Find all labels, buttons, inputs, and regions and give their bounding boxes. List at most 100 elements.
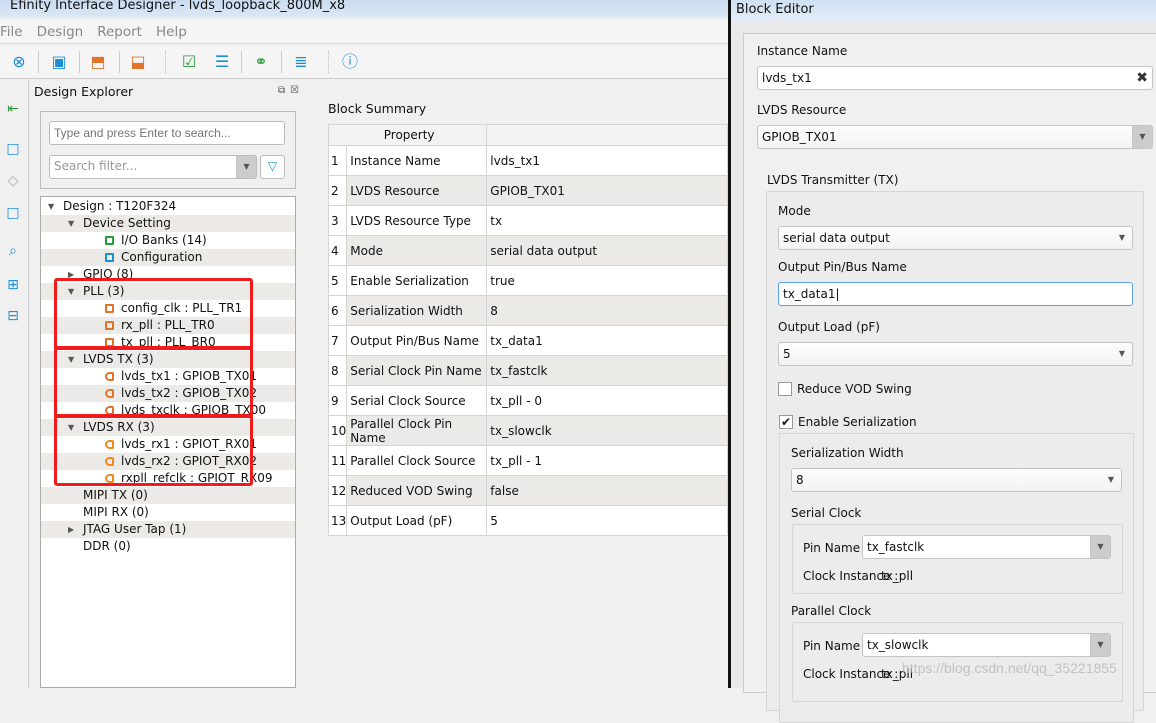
- save-icon[interactable]: ▣: [49, 52, 69, 72]
- table-row[interactable]: 9 Serial Clock Source tx_pll - 0: [327, 385, 728, 416]
- generate-icon[interactable]: ☰: [212, 52, 232, 72]
- check-icon[interactable]: ☑: [179, 52, 199, 72]
- tree-item[interactable]: I/O Banks (14): [41, 232, 295, 249]
- row-index: 10: [327, 415, 348, 446]
- import-icon[interactable]: ⬒: [88, 52, 108, 72]
- parallel-clock-pin-select[interactable]: tx_slowclk ▼: [862, 633, 1111, 657]
- table-row[interactable]: 11 Parallel Clock Source tx_pll - 1: [327, 445, 728, 476]
- table-row[interactable]: 12 Reduced VOD Swing false: [327, 475, 728, 506]
- menu-design[interactable]: Design: [37, 20, 84, 44]
- design-explorer-panel: Design Explorer ⧉ ☒ Search filter...▼ ▽ …: [30, 80, 306, 688]
- tree-item-label: Configuration: [121, 250, 203, 264]
- row-index: 1: [327, 145, 348, 176]
- property-name: Reduced VOD Swing: [346, 475, 488, 506]
- tree-item[interactable]: MIPI RX (0): [41, 504, 295, 521]
- parallel-clock-pin-value: tx_slowclk: [867, 638, 929, 652]
- serial-clock-group: Pin Name tx_fastclk ▼ Clock Instance : tx…: [792, 524, 1123, 594]
- add-diamond-icon[interactable]: ◇: [4, 172, 22, 190]
- menu-file[interactable]: File: [0, 20, 23, 44]
- tree-item[interactable]: ▶ JTAG User Tap (1): [41, 521, 295, 538]
- link-icon[interactable]: ⚭: [251, 52, 271, 72]
- expand-arrow-icon[interactable]: ▼: [48, 198, 54, 215]
- configuration-icon: [105, 253, 114, 262]
- export-icon[interactable]: ⬓: [128, 52, 148, 72]
- row-index: 9: [327, 385, 348, 416]
- mode-select[interactable]: serial data output ▼: [778, 226, 1133, 250]
- tree-item[interactable]: Configuration: [41, 249, 295, 266]
- property-value: GPIOB_TX01: [486, 175, 728, 206]
- serialization-width-select[interactable]: 8 ▼: [791, 468, 1122, 492]
- column-header-value: [486, 124, 728, 146]
- toolbar: ⊗ ▣ ⬒ ⬓ ☑ ☰ ⚭ ≣ ⓘ: [0, 45, 728, 79]
- collapse-arrow-icon[interactable]: ▶: [68, 521, 74, 538]
- clear-icon[interactable]: ✖: [1136, 67, 1148, 89]
- table-row[interactable]: 8 Serial Clock Pin Name tx_fastclk: [327, 355, 728, 386]
- block-summary-panel: Block Summary Property 1 Instance Name lvd…: [320, 95, 728, 688]
- add-block-icon[interactable]: ⇤: [4, 100, 22, 118]
- serialization-width-label: Serialization Width: [791, 446, 904, 460]
- table-row[interactable]: 13 Output Load (pF) 5: [327, 505, 728, 536]
- close-icon[interactable]: ☒: [290, 85, 299, 96]
- table-row[interactable]: 7 Output Pin/Bus Name tx_data1: [327, 325, 728, 356]
- create-block-icon[interactable]: □: [4, 140, 22, 158]
- property-value: 8: [486, 295, 728, 326]
- property-name: Mode: [346, 235, 488, 266]
- tree-item[interactable]: ▼ Design : T120F324: [41, 198, 295, 215]
- search-filter-combo[interactable]: Search filter... ▼: [49, 155, 257, 179]
- tree-item-label: JTAG User Tap (1): [83, 522, 187, 536]
- menu-report[interactable]: Report: [97, 20, 142, 44]
- tree-item-label: Device Setting: [83, 216, 171, 230]
- filter-placeholder: Search filter...: [54, 159, 138, 173]
- tree-item[interactable]: MIPI TX (0): [41, 487, 295, 504]
- table-row[interactable]: 6 Serialization Width 8: [327, 295, 728, 326]
- report-icon[interactable]: ≣: [291, 52, 311, 72]
- highlight-box: [54, 346, 253, 418]
- reduce-vod-checkbox[interactable]: [778, 382, 792, 396]
- expand-all-icon[interactable]: ⊞: [4, 276, 22, 294]
- clock-instance-value: tx_pll: [881, 569, 914, 583]
- property-value: tx_fastclk: [486, 355, 728, 386]
- output-pin-input[interactable]: tx_data1|: [778, 282, 1133, 306]
- delete-block-icon[interactable]: □: [4, 204, 22, 222]
- tree-item-label: MIPI TX (0): [83, 488, 148, 502]
- serialization-group: Serialization Width 8 ▼ Serial Clock Pin …: [779, 433, 1134, 723]
- table-row[interactable]: 10 Parallel Clock Pin Name tx_slowclk: [327, 415, 728, 446]
- help-icon[interactable]: ⓘ: [340, 52, 360, 72]
- table-row[interactable]: 1 Instance Name lvds_tx1: [327, 145, 728, 176]
- row-index: 13: [327, 505, 348, 536]
- table-row[interactable]: 3 LVDS Resource Type tx: [327, 205, 728, 236]
- close-design-icon[interactable]: ⊗: [9, 52, 29, 72]
- serial-clock-pin-select[interactable]: tx_fastclk ▼: [862, 535, 1111, 559]
- table-row[interactable]: 5 Enable Serialization true: [327, 265, 728, 296]
- collapse-all-icon[interactable]: ⊟: [4, 307, 22, 325]
- chevron-down-icon: ▼: [236, 156, 256, 178]
- expand-arrow-icon[interactable]: ▼: [68, 215, 74, 232]
- highlight-box: [54, 414, 253, 486]
- float-icon[interactable]: ⧉: [278, 85, 285, 96]
- chevron-down-icon: ▼: [1132, 126, 1152, 148]
- output-load-select[interactable]: 5 ▼: [778, 342, 1133, 366]
- reduce-vod-label: Reduce VOD Swing: [797, 382, 912, 396]
- property-name: Instance Name: [346, 145, 488, 176]
- menu-help[interactable]: Help: [156, 20, 187, 44]
- property-name: LVDS Resource Type: [346, 205, 488, 236]
- pin-name-label: Pin Name: [803, 639, 861, 653]
- row-index: 12: [327, 475, 348, 506]
- enable-serialization-checkbox[interactable]: ✔: [779, 415, 793, 429]
- tree-item[interactable]: ▼ Device Setting: [41, 215, 295, 232]
- mode-label: Mode: [778, 204, 811, 218]
- pin-name-label: Pin Name: [803, 541, 861, 555]
- instance-name-value: lvds_tx1: [762, 71, 812, 85]
- lvds-resource-select[interactable]: GPIOB_TX01 ▼: [757, 125, 1153, 149]
- search-icon[interactable]: ⌕: [4, 242, 22, 260]
- instance-name-input[interactable]: lvds_tx1 ✖: [757, 66, 1153, 90]
- tree-item[interactable]: DDR (0): [41, 538, 295, 555]
- serial-clock-pin-value: tx_fastclk: [867, 540, 925, 554]
- filter-icon[interactable]: ▽: [260, 155, 285, 179]
- property-value: tx_pll - 0: [486, 385, 728, 416]
- table-row[interactable]: 2 LVDS Resource GPIOB_TX01: [327, 175, 728, 206]
- search-input[interactable]: [49, 121, 285, 145]
- table-row[interactable]: 4 Mode serial data output: [327, 235, 728, 266]
- row-index: 5: [327, 265, 348, 296]
- property-name: Serial Clock Pin Name: [346, 355, 488, 386]
